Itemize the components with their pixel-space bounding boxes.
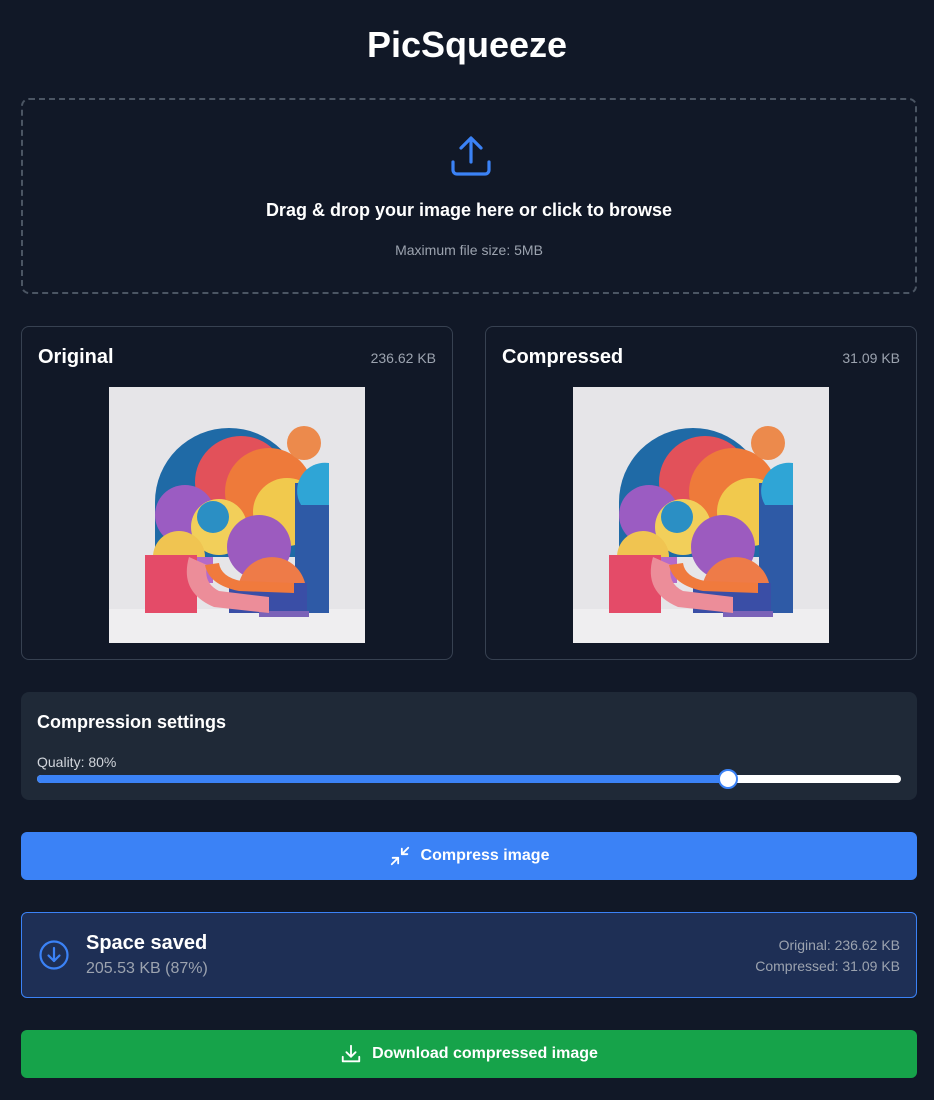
space-saved-amount: 205.53 KB (87%) — [86, 960, 208, 977]
download-button-label: Download compressed image — [372, 1045, 598, 1062]
quality-label: Quality: 80% — [37, 754, 117, 770]
download-icon — [341, 1044, 361, 1063]
compressed-image-preview — [573, 387, 829, 643]
quality-slider-fill — [37, 775, 728, 783]
settings-title: Compression settings — [37, 712, 227, 732]
max-file-size-hint: Maximum file size: 5MB — [395, 242, 543, 258]
original-title: Original — [38, 346, 114, 368]
space-saved-card: Space saved 205.53 KB (87%) Original: 23… — [21, 912, 917, 998]
original-size: 236.62 KB — [370, 350, 436, 366]
quality-slider[interactable] — [37, 769, 901, 789]
compress-icon — [390, 846, 409, 866]
original-panel: Original 236.62 KB — [21, 326, 453, 660]
compress-button[interactable]: Compress image — [21, 832, 917, 880]
compressed-size: 31.09 KB — [842, 350, 900, 366]
upload-dropzone[interactable]: Drag & drop your image here or click to … — [21, 98, 917, 294]
compressed-title: Compressed — [502, 346, 624, 368]
arrow-down-circle-icon — [39, 940, 69, 970]
dropzone-instructions: Drag & drop your image here or click to … — [265, 200, 673, 220]
savings-original-size: Original: 236.62 KB — [778, 937, 900, 953]
savings-compressed-size: Compressed: 31.09 KB — [755, 958, 900, 974]
space-saved-title: Space saved — [86, 932, 208, 954]
compress-button-label: Compress image — [420, 847, 550, 864]
quality-slider-thumb[interactable] — [718, 769, 738, 789]
compressed-panel: Compressed 31.09 KB — [485, 326, 917, 660]
compression-settings-panel: Compression settings Quality: 80% — [21, 692, 917, 800]
upload-icon — [451, 136, 491, 176]
app-title: PicSqueeze — [366, 24, 568, 65]
download-button[interactable]: Download compressed image — [21, 1030, 917, 1078]
original-image-preview — [109, 387, 365, 643]
